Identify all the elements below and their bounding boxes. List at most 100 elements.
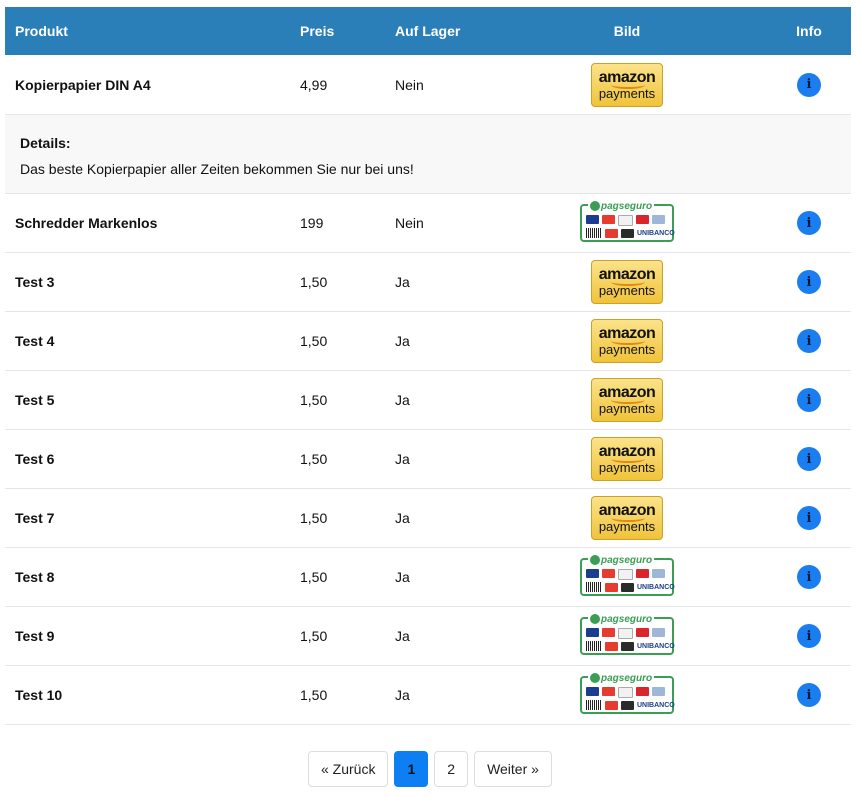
product-info-cell: i — [727, 565, 851, 589]
next-page-button[interactable]: Weiter » — [474, 751, 552, 787]
product-name[interactable]: Test 8 — [5, 569, 290, 585]
header-price[interactable]: Preis — [290, 23, 385, 39]
amazon-payments-badge: amazon payments — [591, 62, 663, 107]
info-icon[interactable]: i — [797, 270, 821, 294]
header-stock[interactable]: Auf Lager — [385, 23, 527, 39]
details-title: Details: — [20, 135, 71, 151]
pagseguro-e-icon — [590, 614, 600, 625]
page-2-button[interactable]: 2 — [434, 751, 469, 787]
product-stock: Ja — [395, 569, 410, 585]
info-icon[interactable]: i — [797, 565, 821, 589]
page-1-button[interactable]: 1 — [394, 751, 429, 787]
product-name[interactable]: Test 7 — [5, 510, 290, 526]
amazon-payments-badge: amazon payments — [591, 378, 663, 422]
product-info-cell: i — [727, 211, 851, 235]
product-name[interactable]: Test 9 — [5, 628, 290, 644]
header-product[interactable]: Produkt — [5, 23, 290, 39]
payment-card-icon — [636, 215, 649, 224]
info-icon[interactable]: i — [797, 624, 821, 648]
table-row: Test 5 1,50 Ja amazon payments i — [5, 371, 851, 430]
product-info-cell: i — [727, 447, 851, 471]
product-name[interactable]: Test 6 — [5, 451, 290, 467]
pagseguro-e-icon — [590, 555, 600, 566]
payment-card-icon — [621, 228, 634, 238]
product-stock: Nein — [395, 76, 424, 93]
amazon-payments-badge: amazon payments — [591, 496, 663, 540]
amazon-smile-icon — [611, 514, 645, 522]
product-info-cell: i — [727, 388, 851, 412]
payment-card-icon — [618, 628, 633, 639]
product-price: 1,50 — [300, 392, 328, 408]
payment-card-icon — [602, 628, 615, 637]
product-info-cell: i — [727, 506, 851, 530]
details-panel: Details: Das beste Kopierpapier aller Zei… — [5, 115, 851, 194]
payment-card-icon — [586, 569, 599, 578]
product-name[interactable]: Schredder Markenlos — [5, 215, 290, 231]
payment-card-icon — [652, 215, 665, 224]
card-icons-row-1 — [586, 628, 665, 639]
product-stock: Ja — [395, 333, 410, 349]
info-icon[interactable]: i — [797, 388, 821, 412]
product-stock: Ja — [395, 510, 410, 526]
info-icon[interactable]: i — [797, 211, 821, 235]
product-price: 1,50 — [300, 687, 328, 703]
barcode-icon — [586, 700, 602, 710]
table-row: Test 3 1,50 Ja amazon payments i — [5, 253, 851, 312]
product-stock: Nein — [395, 215, 424, 231]
barcode-icon — [586, 641, 602, 651]
product-image: pagseguro UNIBANCO — [527, 614, 727, 655]
payment-card-icon — [605, 700, 618, 710]
payment-card-icon — [652, 569, 665, 578]
info-icon[interactable]: i — [797, 506, 821, 530]
barcode-icon — [586, 228, 602, 238]
payment-card-icon — [605, 641, 618, 651]
pagseguro-badge: pagseguro UNIBANCO — [580, 555, 675, 596]
product-table: Produkt Preis Auf Lager Bild Info Kopier… — [5, 7, 851, 725]
pagseguro-logo-text: pagseguro — [601, 201, 653, 212]
product-name[interactable]: Test 4 — [5, 333, 290, 349]
payment-card-icon — [602, 569, 615, 578]
product-stock: Ja — [395, 451, 410, 467]
table-row: Test 10 1,50 Ja pagseguro UNIBANCO i — [5, 666, 851, 725]
table-row: Test 7 1,50 Ja amazon payments i — [5, 489, 851, 548]
payment-card-icon — [618, 687, 633, 698]
pagination: « Zurück 1 2 Weiter » — [308, 751, 552, 787]
product-price: 1,50 — [300, 333, 328, 349]
product-name[interactable]: Test 10 — [5, 687, 290, 703]
pagseguro-e-icon — [590, 673, 600, 684]
header-image: Bild — [613, 23, 641, 39]
table-header: Produkt Preis Auf Lager Bild Info — [5, 7, 851, 55]
product-image: amazon payments — [527, 260, 727, 304]
table-row: Schredder Markenlos 199 Nein pagseguro UNIBA… — [5, 194, 851, 253]
unibanco-label: UNIBANCO — [637, 583, 675, 591]
pagseguro-logo: pagseguro — [588, 673, 655, 684]
payment-card-icon — [602, 687, 615, 696]
payment-card-icon — [621, 641, 634, 651]
product-price: 1,50 — [300, 569, 328, 585]
pagseguro-badge: pagseguro UNIBANCO — [580, 614, 675, 655]
product-image: pagseguro UNIBANCO — [527, 673, 727, 714]
info-icon[interactable]: i — [797, 72, 821, 97]
payment-card-icon — [586, 628, 599, 637]
payment-card-icon — [618, 215, 633, 226]
product-price: 1,50 — [300, 451, 328, 467]
payment-card-icon — [605, 228, 618, 238]
pagseguro-logo-text: pagseguro — [601, 673, 653, 684]
product-stock: Ja — [395, 392, 410, 408]
info-icon[interactable]: i — [797, 683, 821, 707]
product-price: 1,50 — [300, 510, 328, 526]
product-name[interactable]: Test 5 — [5, 392, 290, 408]
product-name[interactable]: Test 3 — [5, 274, 290, 290]
info-icon[interactable]: i — [797, 329, 821, 353]
pagseguro-logo-text: pagseguro — [601, 555, 653, 566]
payment-card-icon — [605, 582, 618, 592]
payment-card-icon — [636, 687, 649, 696]
info-icon[interactable]: i — [797, 447, 821, 471]
product-info-cell: i — [727, 329, 851, 353]
table-row: Test 9 1,50 Ja pagseguro UNIBANCO i — [5, 607, 851, 666]
amazon-payments-badge: amazon payments — [591, 260, 663, 304]
product-name[interactable]: Kopierpapier DIN A4 — [5, 77, 290, 93]
pagseguro-logo: pagseguro — [588, 201, 655, 212]
prev-page-button[interactable]: « Zurück — [308, 751, 389, 787]
payment-card-icon — [621, 582, 634, 592]
